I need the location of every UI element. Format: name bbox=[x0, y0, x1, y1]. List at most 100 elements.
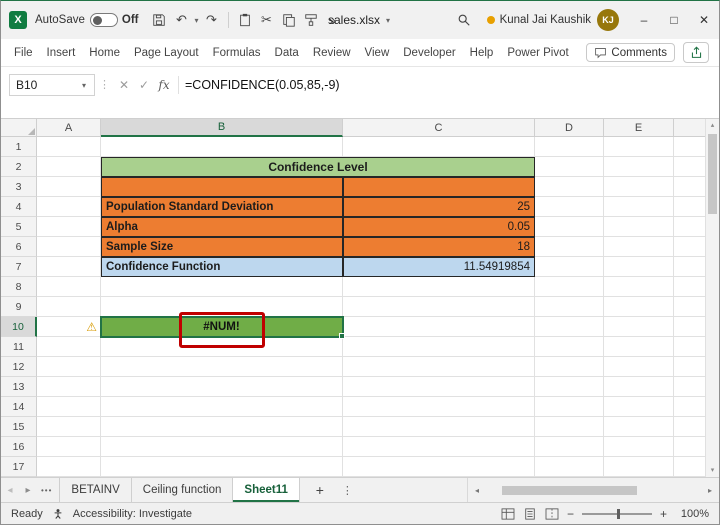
scroll-right-icon[interactable]: ▸ bbox=[703, 486, 717, 495]
page-break-view-icon[interactable] bbox=[545, 508, 559, 520]
paste-icon[interactable] bbox=[236, 8, 254, 32]
cell-C3[interactable] bbox=[343, 177, 535, 197]
autosave-toggle[interactable] bbox=[90, 13, 118, 27]
cell[interactable] bbox=[604, 337, 674, 357]
sheet-nav-left-icon[interactable]: ◂ bbox=[1, 485, 19, 496]
document-title[interactable]: sales.xlsx ▾ bbox=[328, 13, 392, 27]
cell[interactable] bbox=[674, 357, 705, 377]
zoom-level[interactable]: 100% bbox=[675, 508, 709, 520]
cell[interactable] bbox=[37, 217, 101, 237]
cell[interactable] bbox=[37, 137, 101, 157]
cell[interactable] bbox=[37, 257, 101, 277]
cell[interactable] bbox=[37, 357, 101, 377]
normal-view-icon[interactable] bbox=[501, 508, 515, 520]
cell[interactable] bbox=[101, 137, 343, 157]
cell[interactable] bbox=[101, 277, 343, 297]
cell-sample-size-value[interactable]: 18 bbox=[343, 237, 535, 257]
cell[interactable] bbox=[535, 237, 604, 257]
col-header-a[interactable]: A bbox=[37, 119, 101, 137]
cell[interactable] bbox=[604, 297, 674, 317]
cell[interactable] bbox=[535, 257, 604, 277]
user-avatar[interactable]: KJ bbox=[597, 9, 619, 31]
zoom-slider[interactable] bbox=[582, 513, 652, 515]
cell[interactable] bbox=[37, 457, 101, 477]
row-header[interactable]: 15 bbox=[1, 417, 37, 437]
cell[interactable] bbox=[101, 397, 343, 417]
tab-view[interactable]: View bbox=[358, 43, 397, 63]
cell[interactable] bbox=[535, 317, 604, 337]
cell-confidence-function-label[interactable]: Confidence Function bbox=[101, 257, 343, 277]
sheet-tab-ceiling-function[interactable]: Ceiling function bbox=[131, 478, 234, 502]
undo-dropdown-icon[interactable]: ▾ bbox=[194, 16, 198, 25]
cell[interactable] bbox=[37, 377, 101, 397]
cell[interactable] bbox=[37, 177, 101, 197]
cell[interactable] bbox=[674, 337, 705, 357]
cell[interactable] bbox=[604, 317, 674, 337]
format-painter-icon[interactable] bbox=[302, 8, 320, 32]
error-warning-icon[interactable]: ⚠ bbox=[86, 321, 97, 333]
cell[interactable] bbox=[343, 377, 535, 397]
user-name[interactable]: Kunal Jai Kaushik bbox=[500, 14, 591, 26]
cell[interactable] bbox=[604, 197, 674, 217]
excel-logo-icon[interactable]: X bbox=[9, 11, 27, 29]
cell[interactable] bbox=[604, 177, 674, 197]
cell[interactable] bbox=[674, 417, 705, 437]
sheet-menu-dots[interactable]: ⋮ bbox=[342, 484, 353, 497]
copy-icon[interactable] bbox=[280, 8, 298, 32]
search-icon[interactable] bbox=[455, 8, 473, 32]
fill-handle[interactable] bbox=[339, 333, 345, 339]
cell[interactable] bbox=[101, 437, 343, 457]
cell[interactable] bbox=[674, 197, 705, 217]
cell[interactable] bbox=[343, 437, 535, 457]
cell[interactable] bbox=[604, 157, 674, 177]
cell[interactable] bbox=[604, 277, 674, 297]
row-header[interactable]: 17 bbox=[1, 457, 37, 477]
cell[interactable] bbox=[604, 357, 674, 377]
select-all-button[interactable] bbox=[1, 119, 37, 137]
zoom-slider-knob[interactable] bbox=[617, 509, 620, 519]
col-header-e[interactable]: E bbox=[604, 119, 674, 137]
cell-confidence-function-value[interactable]: 11.54919854 bbox=[343, 257, 535, 277]
cell[interactable] bbox=[535, 437, 604, 457]
cell-pop-std-dev-value[interactable]: 25 bbox=[343, 197, 535, 217]
cancel-icon[interactable]: ✕ bbox=[114, 74, 134, 96]
cell[interactable] bbox=[37, 277, 101, 297]
cell[interactable] bbox=[535, 277, 604, 297]
cell[interactable] bbox=[535, 137, 604, 157]
tab-help[interactable]: Help bbox=[463, 43, 501, 63]
cell-A10[interactable]: ⚠ bbox=[37, 317, 101, 337]
tab-power-pivot[interactable]: Power Pivot bbox=[500, 43, 575, 63]
zoom-in-button[interactable]: + bbox=[660, 507, 667, 521]
cell[interactable] bbox=[343, 317, 535, 337]
close-button[interactable]: ✕ bbox=[689, 1, 719, 39]
redo-icon[interactable]: ↷ bbox=[203, 8, 221, 32]
sheet-tab-betainv[interactable]: BETAINV bbox=[59, 478, 131, 502]
cell-confidence-level-title[interactable]: Confidence Level bbox=[101, 157, 535, 177]
cell[interactable] bbox=[604, 217, 674, 237]
cell[interactable] bbox=[535, 457, 604, 477]
cell[interactable] bbox=[101, 297, 343, 317]
zoom-out-button[interactable]: − bbox=[567, 507, 574, 521]
cell[interactable] bbox=[37, 437, 101, 457]
row-header[interactable]: 1 bbox=[1, 137, 37, 157]
cell[interactable] bbox=[674, 317, 705, 337]
row-header[interactable]: 7 bbox=[1, 257, 37, 277]
cell[interactable] bbox=[604, 457, 674, 477]
cell[interactable] bbox=[535, 417, 604, 437]
cell[interactable] bbox=[101, 337, 343, 357]
cell[interactable] bbox=[343, 457, 535, 477]
save-icon[interactable] bbox=[150, 8, 168, 32]
cell[interactable] bbox=[674, 297, 705, 317]
cell[interactable] bbox=[674, 377, 705, 397]
formula-input[interactable]: =CONFIDENCE(0.05,85,-9) bbox=[185, 74, 340, 96]
cell[interactable] bbox=[37, 397, 101, 417]
cell[interactable] bbox=[535, 297, 604, 317]
cell[interactable] bbox=[343, 417, 535, 437]
name-box[interactable]: B10 ▾ bbox=[9, 74, 95, 96]
row-header[interactable]: 9 bbox=[1, 297, 37, 317]
sheet-nav-right-icon[interactable]: ▸ bbox=[19, 485, 37, 496]
tab-page-layout[interactable]: Page Layout bbox=[127, 43, 206, 63]
cell[interactable] bbox=[37, 337, 101, 357]
cell[interactable] bbox=[535, 177, 604, 197]
col-header-d[interactable]: D bbox=[535, 119, 604, 137]
